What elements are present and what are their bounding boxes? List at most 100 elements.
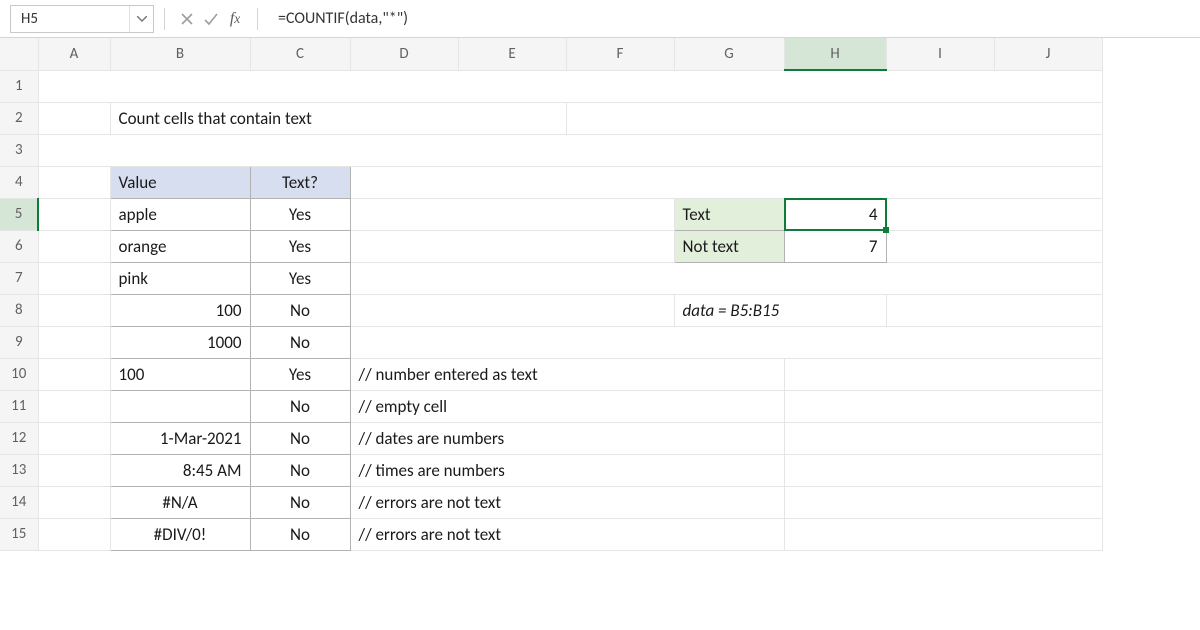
row-header[interactable]: 7 <box>0 262 38 294</box>
col-header[interactable]: E <box>458 38 566 70</box>
cell[interactable] <box>784 486 1102 518</box>
cell[interactable] <box>784 422 1102 454</box>
cell[interactable] <box>350 294 674 326</box>
row-header[interactable]: 3 <box>0 134 38 166</box>
table-row-text[interactable]: Yes <box>250 262 350 294</box>
select-all-corner[interactable] <box>0 38 38 70</box>
table-row-value[interactable]: pink <box>110 262 250 294</box>
table-row-text[interactable]: No <box>250 326 350 358</box>
row-header[interactable]: 2 <box>0 102 38 134</box>
cell[interactable] <box>350 198 674 230</box>
cell[interactable] <box>784 518 1102 550</box>
row-header[interactable]: 14 <box>0 486 38 518</box>
page-title[interactable]: Count cells that contain text <box>110 102 566 134</box>
table-row-value[interactable] <box>110 390 250 422</box>
cell[interactable] <box>350 166 1102 198</box>
summary-nottext-label[interactable]: Not text <box>674 230 784 262</box>
col-header[interactable]: A <box>38 38 110 70</box>
range-note[interactable]: data = B5:B15 <box>674 294 886 326</box>
cell[interactable] <box>38 102 110 134</box>
cell[interactable] <box>38 262 110 294</box>
cell[interactable] <box>38 486 110 518</box>
cell[interactable] <box>350 262 1102 294</box>
cell[interactable] <box>886 230 1102 262</box>
cell[interactable] <box>566 102 1102 134</box>
col-header[interactable]: C <box>250 38 350 70</box>
cell[interactable] <box>38 454 110 486</box>
table-row-text[interactable]: No <box>250 454 350 486</box>
col-header[interactable]: I <box>886 38 994 70</box>
row-header[interactable]: 10 <box>0 358 38 390</box>
table-row-value[interactable]: orange <box>110 230 250 262</box>
table-row-value[interactable]: apple <box>110 198 250 230</box>
name-box-text[interactable]: H5 <box>11 10 129 28</box>
col-header[interactable]: H <box>784 38 886 70</box>
row-header[interactable]: 5 <box>0 198 38 230</box>
cell[interactable] <box>350 326 1102 358</box>
note[interactable]: // number entered as text <box>350 358 784 390</box>
cell[interactable] <box>38 70 1102 102</box>
cell[interactable] <box>350 230 674 262</box>
cell[interactable] <box>38 358 110 390</box>
note[interactable]: // empty cell <box>350 390 784 422</box>
col-header[interactable]: B <box>110 38 250 70</box>
cell[interactable] <box>38 326 110 358</box>
col-header[interactable]: J <box>994 38 1102 70</box>
table-row-text[interactable]: No <box>250 422 350 454</box>
cell[interactable] <box>886 198 1102 230</box>
row-header[interactable]: 9 <box>0 326 38 358</box>
col-header[interactable]: G <box>674 38 784 70</box>
cell[interactable] <box>784 454 1102 486</box>
note[interactable]: // times are numbers <box>350 454 784 486</box>
table-row-text[interactable]: No <box>250 518 350 550</box>
note[interactable]: // errors are not text <box>350 518 784 550</box>
table-row-text[interactable]: Yes <box>250 230 350 262</box>
table-row-value[interactable]: 1-Mar-2021 <box>110 422 250 454</box>
summary-nottext-count[interactable]: 7 <box>784 230 886 262</box>
cell[interactable] <box>38 134 1102 166</box>
table-row-value[interactable]: 1000 <box>110 326 250 358</box>
table-row-value[interactable]: 100 <box>110 294 250 326</box>
row-header[interactable]: 13 <box>0 454 38 486</box>
row-header[interactable]: 8 <box>0 294 38 326</box>
cell[interactable] <box>886 294 1102 326</box>
col-header[interactable]: D <box>350 38 458 70</box>
cell[interactable] <box>784 358 1102 390</box>
table-row-text[interactable]: No <box>250 294 350 326</box>
name-box-dropdown[interactable] <box>129 6 153 32</box>
formula-input[interactable]: =COUNTIF(data,"*") <box>268 9 1194 28</box>
table-header-text[interactable]: Text? <box>250 166 350 198</box>
spreadsheet-grid[interactable]: A B C D E F G H I J 1 2 Count cells that… <box>0 38 1103 551</box>
cell[interactable] <box>38 422 110 454</box>
cell[interactable] <box>38 166 110 198</box>
table-row-text[interactable]: No <box>250 390 350 422</box>
table-row-value[interactable]: #DIV/0! <box>110 518 250 550</box>
table-row-value[interactable]: 100 <box>110 358 250 390</box>
note[interactable]: // errors are not text <box>350 486 784 518</box>
row-header[interactable]: 4 <box>0 166 38 198</box>
summary-text-label[interactable]: Text <box>674 198 784 230</box>
fx-icon[interactable]: fx <box>223 7 247 31</box>
row-header[interactable]: 11 <box>0 390 38 422</box>
table-header-value[interactable]: Value <box>110 166 250 198</box>
cell[interactable] <box>38 294 110 326</box>
row-header[interactable]: 6 <box>0 230 38 262</box>
summary-text-count[interactable]: 4 <box>784 198 886 230</box>
cell[interactable] <box>38 230 110 262</box>
row-header[interactable]: 15 <box>0 518 38 550</box>
col-header[interactable]: F <box>566 38 674 70</box>
cell[interactable] <box>38 198 110 230</box>
table-row-text[interactable]: No <box>250 486 350 518</box>
table-row-value[interactable]: #N/A <box>110 486 250 518</box>
row-header[interactable]: 12 <box>0 422 38 454</box>
name-box[interactable]: H5 <box>10 5 154 33</box>
row-header[interactable]: 1 <box>0 70 38 102</box>
table-row-text[interactable]: Yes <box>250 198 350 230</box>
cancel-icon[interactable] <box>175 7 199 31</box>
enter-icon[interactable] <box>199 7 223 31</box>
cell[interactable] <box>38 390 110 422</box>
note[interactable]: // dates are numbers <box>350 422 784 454</box>
cell[interactable] <box>784 390 1102 422</box>
table-row-value[interactable]: 8:45 AM <box>110 454 250 486</box>
cell[interactable] <box>38 518 110 550</box>
